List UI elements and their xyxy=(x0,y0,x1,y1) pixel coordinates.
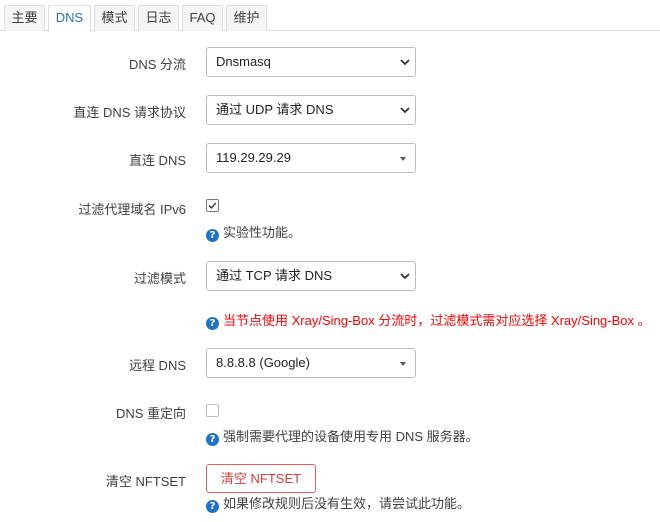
remote-dns-value: 8.8.8.8 (Google) xyxy=(216,355,310,370)
dropdown-arrow-icon xyxy=(400,157,406,161)
direct-dns-label: 直连 DNS xyxy=(128,153,186,168)
direct-dns-combobox[interactable]: 119.29.29.29 xyxy=(206,143,416,173)
tab-faq[interactable]: FAQ xyxy=(182,5,223,31)
clear-nftset-help: ? 如果修改规则后没有生效，请尝试此功能。 xyxy=(206,496,470,513)
tab-mode[interactable]: 模式 xyxy=(94,5,135,31)
filter-mode-warning-text: 当节点使用 Xray/Sing-Box 分流时，过滤模式需对应选择 Xray/S… xyxy=(223,313,651,328)
dns-shunt-value: Dnsmasq xyxy=(216,54,271,69)
filter-ipv6-label: 过滤代理域名 IPv6 xyxy=(78,202,186,217)
tab-dns[interactable]: DNS xyxy=(48,5,91,32)
dns-redirect-checkbox[interactable] xyxy=(206,404,219,417)
filter-mode-warning: ? 当节点使用 Xray/Sing-Box 分流时，过滤模式需对应选择 Xray/… xyxy=(206,313,651,330)
direct-dns-protocol-select[interactable]: 通过 UDP 请求 DNS xyxy=(206,95,416,125)
dns-redirect-help: ? 强制需要代理的设备使用专用 DNS 服务器。 xyxy=(206,429,479,446)
question-circle-icon: ? xyxy=(206,229,219,242)
filter-ipv6-help-text: 实验性功能。 xyxy=(223,225,302,240)
question-circle-icon: ? xyxy=(206,500,219,513)
filter-mode-value: 通过 TCP 请求 DNS xyxy=(216,268,333,283)
clear-nftset-help-text: 如果修改规则后没有生效，请尝试此功能。 xyxy=(223,496,471,511)
remote-dns-label: 远程 DNS xyxy=(128,358,186,373)
chevron-down-icon xyxy=(400,273,410,280)
tab-bar: 主要 DNS 模式 日志 FAQ 维护 xyxy=(0,0,660,32)
dns-redirect-label: DNS 重定向 xyxy=(115,406,186,421)
question-circle-icon: ? xyxy=(206,433,219,446)
dropdown-arrow-icon xyxy=(400,362,406,366)
filter-mode-label: 过滤模式 xyxy=(133,271,186,286)
clear-nftset-label: 清空 NFTSET xyxy=(105,474,186,489)
tab-log[interactable]: 日志 xyxy=(138,5,179,31)
question-circle-icon: ? xyxy=(206,317,219,330)
tab-main[interactable]: 主要 xyxy=(4,5,45,31)
remote-dns-combobox[interactable]: 8.8.8.8 (Google) xyxy=(206,348,416,378)
filter-mode-select[interactable]: 通过 TCP 请求 DNS xyxy=(206,261,416,291)
chevron-down-icon xyxy=(400,107,410,114)
dns-redirect-help-text: 强制需要代理的设备使用专用 DNS 服务器。 xyxy=(223,429,479,444)
dns-shunt-select[interactable]: Dnsmasq xyxy=(206,47,416,77)
filter-ipv6-checkbox[interactable] xyxy=(206,199,219,212)
dns-shunt-label: DNS 分流 xyxy=(128,57,186,72)
direct-dns-value: 119.29.29.29 xyxy=(216,150,291,165)
chevron-down-icon xyxy=(400,59,410,66)
checkmark-icon xyxy=(208,202,217,209)
direct-dns-protocol-value: 通过 UDP 请求 DNS xyxy=(216,102,334,117)
tab-maintenance[interactable]: 维护 xyxy=(226,5,267,31)
filter-ipv6-help: ? 实验性功能。 xyxy=(206,225,301,242)
clear-nftset-button[interactable]: 清空 NFTSET xyxy=(206,464,316,493)
direct-dns-protocol-label: 直连 DNS 请求协议 xyxy=(73,105,186,120)
